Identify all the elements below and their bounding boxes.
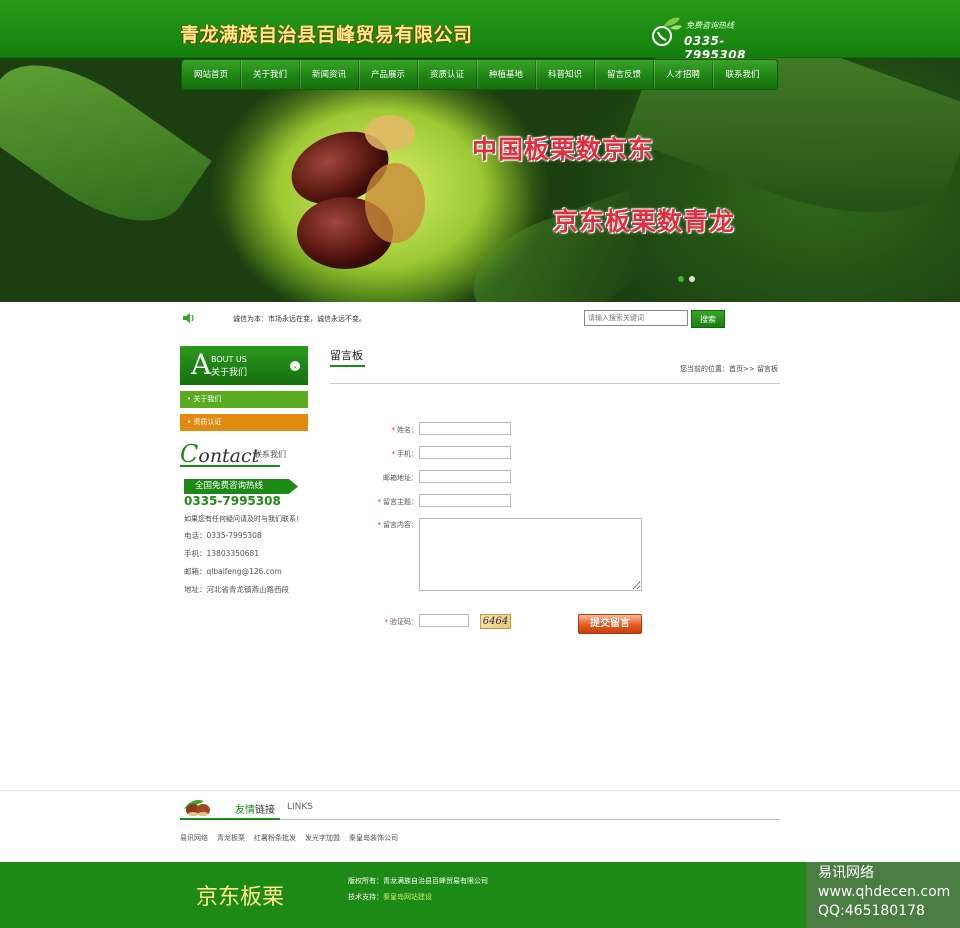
sidebar-item-certification[interactable]: • 资质认证 bbox=[180, 414, 308, 431]
subject-label: * 留言主题： bbox=[377, 498, 419, 506]
friend-link[interactable]: 秦皇岛装饰公司 bbox=[349, 833, 398, 843]
captcha-label: * 验证码： bbox=[384, 618, 419, 626]
submit-button[interactable]: 提交留言 bbox=[578, 614, 642, 634]
footer-support: 技术支持：秦皇岛网站建设 bbox=[348, 893, 432, 901]
email-label: 邮箱地址： bbox=[383, 474, 418, 482]
sidebar-item-label: 资质认证 bbox=[193, 418, 222, 426]
sidebar-email: 邮箱：qlbaifeng@126.com bbox=[184, 567, 282, 576]
hero-banner: 中国板栗数京东 京东板栗数青龙 bbox=[0, 58, 960, 302]
friend-link[interactable]: 青龙板栗 bbox=[217, 833, 245, 843]
header-hotline: 免费咨询热线 0335-7995308 bbox=[650, 12, 775, 62]
sidebar-phone-big: 0335-7995308 bbox=[184, 494, 281, 508]
main-nav: 网站首页 关于我们 新闻资讯 产品展示 资质认证 种植基地 科普知识 留言反馈 … bbox=[181, 59, 778, 90]
divider bbox=[330, 383, 780, 384]
name-label: * 姓名： bbox=[391, 426, 419, 434]
sidebar-note: 如果您有任何疑问请及时与我们联系！ bbox=[184, 515, 303, 523]
nav-science[interactable]: 科普知识 bbox=[536, 60, 595, 89]
leaf-decoration bbox=[0, 58, 212, 252]
phone-label: * 手机： bbox=[391, 450, 419, 458]
nav-certification[interactable]: 资质认证 bbox=[418, 60, 477, 89]
nav-home[interactable]: 网站首页 bbox=[182, 60, 241, 89]
name-field[interactable] bbox=[419, 422, 511, 435]
speaker-icon bbox=[183, 313, 194, 323]
search-button[interactable]: 搜索 bbox=[691, 310, 725, 328]
friend-link[interactable]: 易讯网络 bbox=[180, 833, 208, 843]
hotline-label: 免费咨询热线 bbox=[686, 21, 734, 30]
divider bbox=[180, 818, 280, 820]
nav-news[interactable]: 新闻资讯 bbox=[300, 60, 359, 89]
banner-slogan-1: 中国板栗数京东 bbox=[472, 135, 655, 164]
nav-about[interactable]: 关于我们 bbox=[241, 60, 300, 89]
friend-link[interactable]: 发光字加盟 bbox=[305, 833, 340, 843]
footer-brand: 京东板栗 bbox=[196, 885, 285, 910]
nav-products[interactable]: 产品展示 bbox=[359, 60, 418, 89]
watermark: 易讯网络 www.qhdecen.com QQ:465180178 bbox=[806, 862, 960, 928]
friend-link[interactable]: 红薯粉条批发 bbox=[254, 833, 296, 843]
divider bbox=[330, 365, 365, 367]
contact-subheading: 联系我们 bbox=[254, 450, 286, 459]
sidebar-phone: 电话：0335-7995308 bbox=[184, 531, 262, 540]
chevron-down-icon: ⌄ bbox=[290, 361, 300, 371]
divider bbox=[0, 790, 960, 791]
sidebar-item-about[interactable]: • 关于我们 bbox=[180, 391, 308, 408]
captcha-image[interactable]: 6464 bbox=[480, 614, 511, 629]
notice-bar: 诚信为本：市场永远在变，诚信永远不变。 搜索 bbox=[180, 308, 780, 330]
sidebar-mobile: 手机：13803350681 bbox=[184, 549, 259, 558]
support-link[interactable]: 秦皇岛网站建设 bbox=[383, 893, 432, 901]
message-textarea[interactable] bbox=[419, 518, 642, 591]
banner-slogan-2: 京东板栗数青龙 bbox=[553, 207, 736, 236]
sidebar-item-label: 关于我们 bbox=[193, 395, 222, 403]
about-cn-label: 关于我们 bbox=[211, 368, 248, 378]
notice-text: 诚信为本：市场永远在变，诚信永远不变。 bbox=[233, 315, 366, 323]
about-us-header: A BOUT US 关于我们 ⌄ bbox=[180, 346, 308, 385]
about-letter: A bbox=[191, 348, 212, 381]
friend-links-list: 易讯网络 青龙板栗 红薯粉条批发 发光字加盟 秦皇岛装饰公司 bbox=[180, 833, 398, 843]
divider bbox=[180, 465, 280, 467]
breadcrumb[interactable]: 您当前的位置：首页>> 留言板 bbox=[680, 364, 778, 374]
links-title-en: LINKS bbox=[287, 802, 314, 812]
email-field[interactable] bbox=[419, 470, 511, 483]
sidebar-address: 地址：河北省青龙镇燕山路西段 bbox=[184, 585, 289, 594]
slider-dot-1[interactable] bbox=[678, 276, 684, 282]
phone-field[interactable] bbox=[419, 446, 511, 459]
footer-copyright: 版权所有：青龙满族自治县百峰贸易有限公司 bbox=[348, 877, 488, 885]
site-title[interactable]: 青龙满族自治县百峰贸易有限公司 bbox=[180, 20, 473, 47]
captcha-field[interactable] bbox=[419, 614, 469, 627]
nav-jobs[interactable]: 人才招聘 bbox=[654, 60, 713, 89]
nav-feedback[interactable]: 留言反馈 bbox=[595, 60, 654, 89]
subject-field[interactable] bbox=[419, 494, 511, 507]
about-en-label: BOUT US bbox=[211, 355, 247, 364]
page-title: 留言板 bbox=[330, 349, 363, 362]
free-call-tag: 全国免费咨询热线 bbox=[184, 479, 298, 494]
phone-leaf-icon bbox=[652, 17, 682, 46]
nav-contact[interactable]: 联系我们 bbox=[713, 60, 772, 89]
search-input[interactable] bbox=[584, 310, 688, 326]
contact-heading: Contact bbox=[180, 440, 260, 468]
chestnut-burr-image bbox=[210, 58, 550, 302]
slider-dot-2[interactable] bbox=[689, 276, 695, 282]
content-label: * 留言内容： bbox=[377, 521, 419, 529]
site-header: 青龙满族自治县百峰贸易有限公司 免费咨询热线 0335-7995308 bbox=[0, 0, 960, 62]
links-title: 友情链接 bbox=[235, 805, 275, 816]
chestnut-icon bbox=[184, 800, 210, 816]
nav-plantation[interactable]: 种植基地 bbox=[477, 60, 536, 89]
